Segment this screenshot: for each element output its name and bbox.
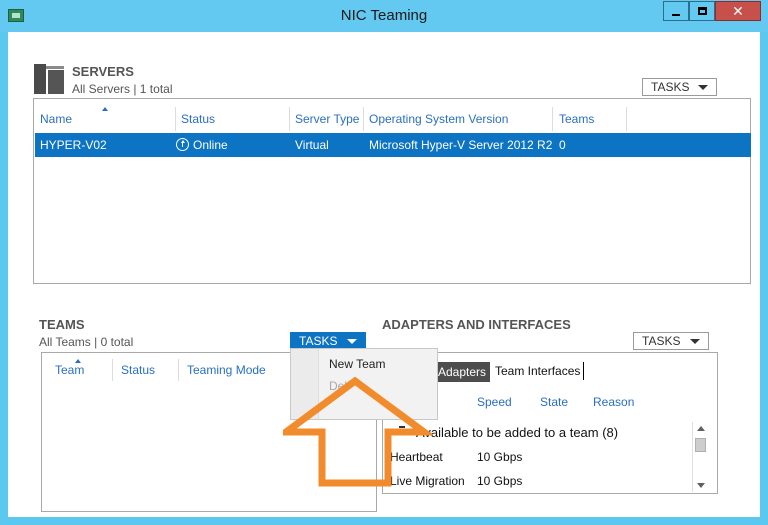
highlight-arrow-icon [283, 376, 433, 487]
minimize-button[interactable] [663, 1, 689, 21]
teams-title: TEAMS [39, 317, 85, 332]
sort-ascending-icon [102, 107, 108, 111]
adapters-tasks-label: TASKS [642, 334, 681, 348]
adapter-group-title[interactable]: Available to be added to a team (8) [416, 425, 618, 440]
menu-item-new-team[interactable]: New Team [329, 357, 385, 371]
servers-col-os-version[interactable]: Operating System Version [369, 112, 508, 126]
adapters-title: ADAPTERS AND INTERFACES [382, 317, 571, 332]
tab-adapters[interactable]: Adapters [436, 362, 490, 382]
servers-title: SERVERS [72, 64, 134, 79]
scroll-thumb[interactable] [695, 438, 706, 452]
maximize-button[interactable] [689, 1, 715, 21]
title-bar[interactable]: NIC Teaming ✕ [0, 0, 768, 32]
adapters-tasks-button[interactable]: TASKS [633, 332, 709, 350]
tab-team-interfaces[interactable]: Team Interfaces [495, 364, 580, 378]
server-teams: 0 [559, 138, 566, 152]
servers-table: Name Status Server Type Operating System… [33, 98, 751, 284]
adapter-speed: 10 Gbps [477, 474, 523, 488]
chevron-down-icon [690, 339, 700, 344]
scroll-up-icon[interactable] [697, 426, 705, 431]
server-name: HYPER-V02 [40, 138, 107, 152]
server-type: Virtual [295, 138, 329, 152]
teams-subtitle: All Teams | 0 total [39, 335, 134, 349]
servers-section-icon [34, 64, 64, 94]
adapters-col-reason[interactable]: Reason [593, 395, 634, 409]
adapters-col-state[interactable]: State [540, 395, 568, 409]
server-os: Microsoft Hyper-V Server 2012 R2 [369, 138, 553, 152]
text-cursor [583, 362, 584, 380]
adapters-scrollbar[interactable] [692, 422, 707, 492]
teams-col-teaming-mode[interactable]: Teaming Mode [187, 363, 266, 377]
window-controls: ✕ [663, 1, 761, 21]
minimize-icon [672, 14, 680, 16]
adapters-col-speed[interactable]: Speed [477, 395, 512, 409]
servers-tasks-label: TASKS [651, 80, 690, 94]
close-button[interactable]: ✕ [715, 1, 761, 21]
adapter-speed: 10 Gbps [477, 450, 523, 464]
online-status-icon [176, 138, 189, 151]
servers-col-server-type[interactable]: Server Type [295, 112, 359, 126]
maximize-icon [697, 7, 707, 15]
table-row[interactable]: HYPER-V02 Online Virtual Microsoft Hyper… [35, 133, 751, 157]
servers-tasks-button[interactable]: TASKS [642, 78, 717, 96]
teams-col-status[interactable]: Status [121, 363, 155, 377]
teams-col-team[interactable]: Team [55, 363, 84, 377]
close-icon: ✕ [732, 2, 744, 19]
scroll-down-icon[interactable] [697, 483, 705, 488]
servers-col-teams[interactable]: Teams [559, 112, 594, 126]
server-status: Online [176, 138, 228, 152]
servers-col-status[interactable]: Status [181, 112, 215, 126]
servers-subtitle: All Servers | 1 total [72, 82, 173, 96]
servers-col-name[interactable]: Name [40, 112, 72, 126]
chevron-down-icon [698, 85, 708, 90]
teams-tasks-label: TASKS [299, 334, 338, 348]
chevron-down-icon [347, 339, 357, 344]
window-title: NIC Teaming [340, 7, 428, 24]
